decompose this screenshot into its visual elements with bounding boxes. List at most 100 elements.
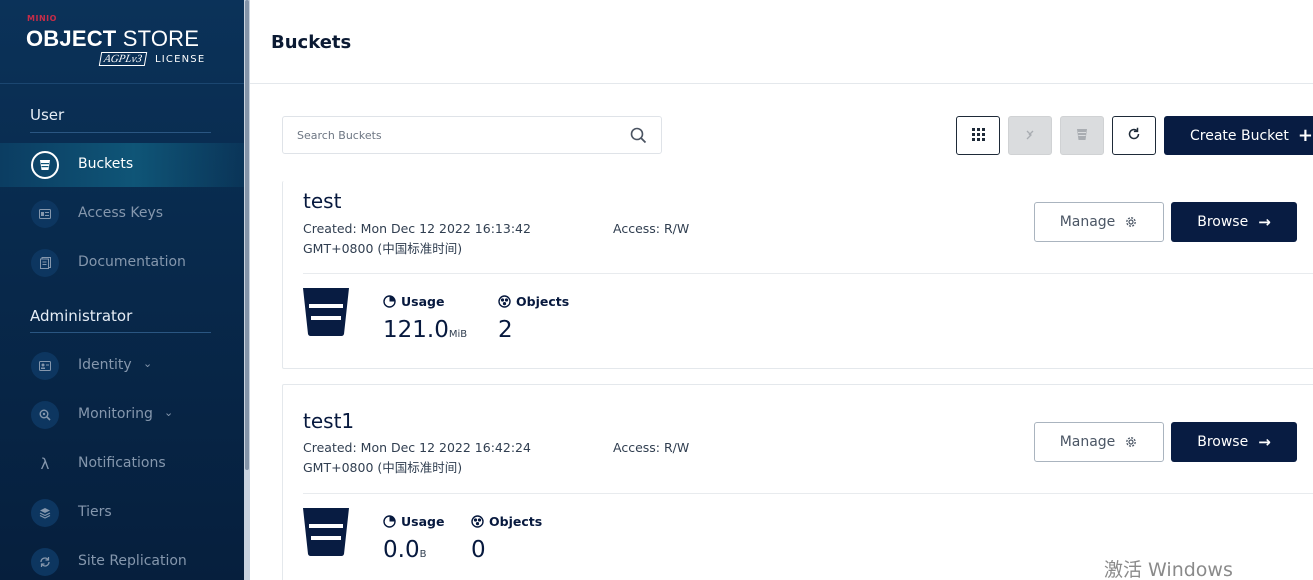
browse-label: Browse (1197, 434, 1249, 450)
usage-label: Usage (383, 294, 444, 309)
lambda-icon: λ (40, 455, 50, 473)
manage-label: Manage (1059, 434, 1116, 450)
sidebar-item-label: Monitoring (78, 406, 153, 422)
gear-icon (1126, 437, 1137, 447)
usage-unit: B (419, 549, 427, 560)
usage-number: 121.0 (383, 317, 449, 343)
sidebar-item-site-replication[interactable]: Site Replication (0, 540, 244, 580)
delete-buckets-button[interactable] (1060, 116, 1104, 155)
chevron-down-icon[interactable]: ⌄ (164, 406, 173, 419)
replication-icon (1024, 126, 1036, 145)
usage-label-text: Usage (401, 294, 445, 309)
replication-icon (31, 548, 59, 576)
objects-value: 2 (498, 317, 513, 343)
usage-unit: MiB (448, 329, 468, 340)
logo-product-name: OBJECT STORE (26, 26, 199, 52)
sidebar-item-label: Identity (78, 357, 132, 373)
usage-label-text: Usage (401, 514, 445, 529)
user-section-title: User (30, 106, 65, 124)
sidebar-scrollbar-thumb[interactable] (245, 0, 249, 470)
browse-button[interactable]: Browse → (1171, 202, 1297, 242)
identity-icon (31, 352, 59, 380)
browse-label: Browse (1197, 214, 1249, 230)
manage-button[interactable]: Manage (1034, 202, 1164, 242)
arrow-right-icon: → (1258, 213, 1271, 231)
bucket-icon (31, 151, 59, 179)
bucket-name[interactable]: test (303, 189, 341, 213)
create-bucket-button[interactable]: Create Bucket + (1164, 116, 1313, 155)
sidebar-item-monitoring[interactable]: Monitoring ⌄ (0, 393, 244, 437)
search-box[interactable] (282, 116, 662, 154)
bucket-name[interactable]: test1 (303, 409, 354, 433)
search-input[interactable] (297, 126, 617, 144)
bucket-stack-icon (1075, 126, 1089, 145)
page-title: Buckets (271, 32, 352, 53)
sidebar-item-buckets[interactable]: Buckets (0, 143, 244, 187)
page-header: Buckets (250, 0, 1313, 84)
card-divider (303, 273, 1313, 274)
objects-label: Objects (471, 514, 542, 529)
grid-icon (971, 126, 985, 145)
objects-label-text: Objects (489, 514, 543, 529)
refresh-icon (1127, 126, 1141, 145)
tiers-icon (31, 499, 59, 527)
license-text: LICENSE (155, 54, 206, 65)
id-card-icon (31, 200, 59, 228)
sidebar-item-label: Documentation (78, 254, 186, 270)
plus-icon: + (1297, 125, 1313, 146)
section-divider (30, 132, 211, 133)
bucket-access: Access: R/W (613, 221, 690, 236)
bucket-icon (303, 508, 349, 560)
sidebar-scrollbar[interactable] (244, 0, 250, 580)
grid-view-button[interactable] (956, 116, 1000, 155)
agpl-badge: AGPLv3 (98, 52, 148, 66)
objects-icon (471, 515, 484, 528)
sidebar-item-access-keys[interactable]: Access Keys (0, 192, 244, 236)
search-icon[interactable] (630, 127, 647, 148)
sidebar-item-label: Access Keys (78, 205, 164, 221)
objects-label: Objects (498, 294, 569, 309)
monitoring-icon (31, 401, 59, 429)
sidebar-item-documentation[interactable]: Documentation (0, 241, 244, 285)
sidebar-item-label: Notifications (78, 455, 166, 471)
sidebar-item-label: Site Replication (78, 553, 187, 569)
sidebar-item-tiers[interactable]: Tiers (0, 491, 244, 535)
usage-label: Usage (383, 514, 444, 529)
create-bucket-label: Create Bucket (1190, 127, 1289, 144)
bucket-card: test1 Created: Mon Dec 12 2022 16:42:24 … (282, 384, 1313, 580)
logo-minio-text: MINIO (27, 14, 57, 23)
usage-number: 0.0 (383, 537, 420, 563)
sidebar-item-identity[interactable]: Identity ⌄ (0, 344, 244, 388)
logo[interactable]: MINIO OBJECT STORE AGPLv3 LICENSE (0, 0, 244, 84)
objects-value: 0 (471, 537, 486, 563)
chevron-down-icon[interactable]: ⌄ (143, 357, 152, 370)
sidebar: MINIO OBJECT STORE AGPLv3 LICENSE User B… (0, 0, 244, 580)
bucket-card: test Created: Mon Dec 12 2022 16:13:42 G… (282, 181, 1313, 369)
arrow-right-icon: → (1258, 433, 1271, 451)
gear-icon (1126, 217, 1137, 227)
bucket-icon (303, 288, 349, 340)
manage-button[interactable]: Manage (1034, 422, 1164, 462)
card-divider (303, 493, 1313, 494)
section-divider (30, 332, 211, 333)
sidebar-item-label: Buckets (78, 156, 134, 172)
sidebar-item-label: Tiers (78, 504, 112, 520)
sidebar-item-notifications[interactable]: λ Notifications (0, 442, 244, 486)
bucket-access: Access: R/W (613, 440, 690, 455)
pie-chart-icon (383, 515, 396, 528)
objects-label-text: Objects (516, 294, 570, 309)
set-replication-button[interactable] (1008, 116, 1052, 155)
admin-section-title: Administrator (30, 307, 133, 325)
usage-value: 121.0MiB (383, 317, 467, 343)
logo-product-light: STORE (122, 26, 200, 51)
objects-icon (498, 295, 511, 308)
refresh-button[interactable] (1112, 116, 1156, 155)
usage-value: 0.0B (383, 537, 426, 563)
logo-product-bold: OBJECT (26, 26, 117, 51)
browse-button[interactable]: Browse → (1171, 422, 1297, 462)
windows-activation-watermark: 激活 Windows (1104, 559, 1233, 580)
document-icon (31, 249, 59, 277)
bucket-created-date: Created: Mon Dec 12 2022 16:13:42 GMT+08… (303, 221, 531, 256)
bucket-created-date: Created: Mon Dec 12 2022 16:42:24 GMT+08… (303, 440, 531, 475)
pie-chart-icon (383, 295, 396, 308)
